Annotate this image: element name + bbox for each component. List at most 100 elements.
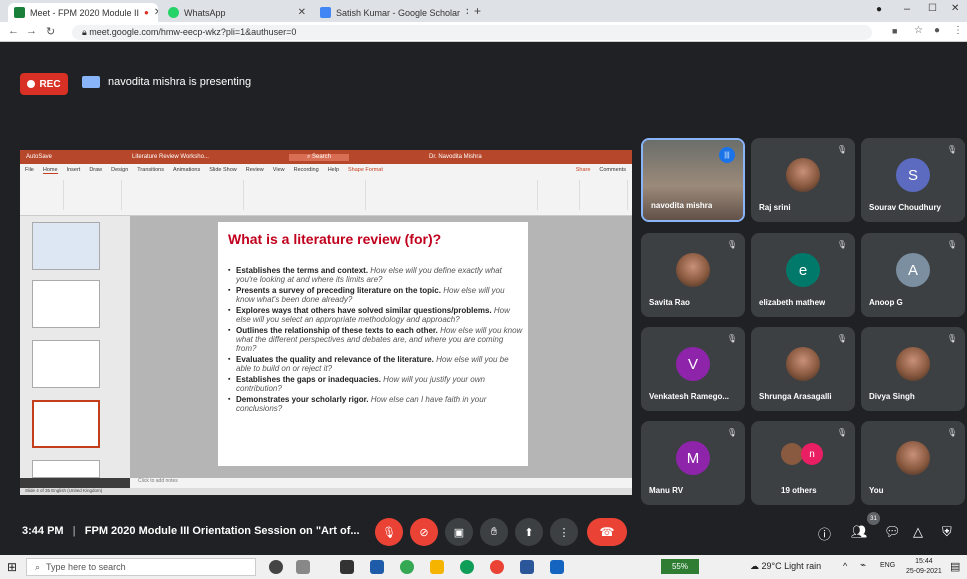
participant-tile[interactable]: 🎙︎ You xyxy=(861,421,965,505)
ppt-menu-transitions[interactable]: Transitions xyxy=(137,167,164,173)
mic-off-button[interactable]: 🎙︎ xyxy=(375,518,403,546)
participant-tile[interactable]: 🎙︎ V Venkatesh Ramego... xyxy=(641,327,745,411)
task-view-icon[interactable] xyxy=(296,560,310,574)
ppt-menu-recording[interactable]: Recording xyxy=(294,167,319,173)
windows-taskbar: ⊞ ⌕ Type here to search 55% ☁︎ 29°C Ligh… xyxy=(0,555,967,579)
ppt-menu-animations[interactable]: Animations xyxy=(173,167,200,173)
leave-call-button[interactable]: ☎︎ xyxy=(587,518,627,546)
chevron-up-icon[interactable]: ^ xyxy=(843,561,847,571)
more-options-button[interactable]: ⋮ xyxy=(550,518,578,546)
participant-tile[interactable]: 🎙︎ Divya Singh xyxy=(861,327,965,411)
participant-tile[interactable]: 🎙︎ Savita Rao xyxy=(641,233,745,317)
info-icon[interactable]: ⓘ xyxy=(818,524,831,543)
ppt-menu-design[interactable]: Design xyxy=(111,167,128,173)
ribbon-clipboard[interactable] xyxy=(24,180,64,210)
ppt-menu-slideshow[interactable]: Slide Show xyxy=(209,167,237,173)
edge-icon[interactable] xyxy=(460,560,474,574)
taskbar-clock[interactable]: 15:44 25-09-2021 xyxy=(906,557,942,577)
ppt-menu-shape-format[interactable]: Shape Format xyxy=(348,167,383,173)
mail-icon[interactable] xyxy=(370,560,384,574)
maximize-button[interactable]: ☐ xyxy=(928,3,937,14)
ppt-menu-insert[interactable]: Insert xyxy=(67,167,81,173)
profile-dot-icon[interactable]: ● xyxy=(876,4,882,15)
ppt-menu-help[interactable]: Help xyxy=(328,167,339,173)
ppt-search[interactable]: ⌕ Search xyxy=(288,153,349,161)
forward-icon[interactable]: → xyxy=(26,25,37,37)
chat-icon[interactable]: 💬︎ xyxy=(884,524,901,540)
menu-icon[interactable]: ⋮ xyxy=(953,25,963,36)
participant-tile[interactable]: 🎙︎ A Anoop G xyxy=(861,233,965,317)
present-button[interactable]: ⬆ xyxy=(515,518,543,546)
host-controls-icon[interactable]: ⛨ xyxy=(942,524,952,540)
close-icon[interactable]: ✕ xyxy=(465,7,468,18)
close-icon[interactable]: ✕ xyxy=(154,7,158,18)
weather-widget[interactable]: ☁︎ 29°C Light rain xyxy=(750,561,821,572)
camera-off-button[interactable]: ⊘ xyxy=(410,518,438,546)
close-icon[interactable]: ✕ xyxy=(298,7,306,18)
cortana-icon[interactable] xyxy=(269,560,283,574)
participant-tile[interactable]: 🎙︎ n 19 others xyxy=(751,421,855,505)
camera-icon[interactable]: ■ xyxy=(892,26,897,36)
ribbon-paragraph[interactable] xyxy=(246,180,366,210)
participant-tile[interactable]: 🎙︎ Raj srini xyxy=(751,138,855,222)
slide-thumbnail[interactable] xyxy=(32,460,100,478)
tab-whatsapp[interactable]: WhatsApp ✕ xyxy=(162,3,312,22)
taskbar-search[interactable]: ⌕ Type here to search xyxy=(26,558,256,576)
word-icon[interactable] xyxy=(520,560,534,574)
participant-tile[interactable]: 🎙︎ S Sourav Choudhury xyxy=(861,138,965,222)
ppt-notes-field[interactable]: Click to add notes xyxy=(130,478,632,488)
ppt-menu-review[interactable]: Review xyxy=(246,167,264,173)
avatar xyxy=(896,347,930,381)
ribbon-font[interactable] xyxy=(124,180,244,210)
notification-icon[interactable]: ▤ xyxy=(950,560,960,573)
hand-icon: ✋︎ xyxy=(490,525,498,538)
chrome-icon[interactable] xyxy=(400,560,414,574)
minimize-button[interactable]: – xyxy=(904,3,910,15)
slide-thumbnail[interactable] xyxy=(32,280,100,328)
slide-thumbnail[interactable] xyxy=(32,222,100,270)
ribbon-slides[interactable] xyxy=(66,180,122,210)
participant-tile[interactable]: ||| navodita mishra xyxy=(641,138,745,222)
captions-button[interactable]: ▣ xyxy=(445,518,473,546)
battery-indicator[interactable]: 55% xyxy=(661,559,699,574)
ppt-menu-view[interactable]: View xyxy=(273,167,285,173)
language-indicator[interactable]: ENG xyxy=(880,562,895,569)
star-icon[interactable]: ☆ xyxy=(914,25,923,36)
ppt-share-button[interactable]: Share xyxy=(576,167,591,173)
tab-scholar[interactable]: Satish Kumar - Google Scholar ✕ xyxy=(314,3,468,22)
tab-meet-label: Meet - FPM 2020 Module II xyxy=(30,7,140,18)
ppt-menu-home[interactable]: Home xyxy=(42,167,58,174)
app-icon[interactable] xyxy=(340,560,354,574)
ppt-comments-button[interactable]: Comments xyxy=(599,167,626,173)
close-window-button[interactable]: ✕ xyxy=(951,3,959,14)
participant-tile[interactable]: 🎙︎ e elizabeth mathew xyxy=(751,233,855,317)
reload-icon[interactable]: ↻ xyxy=(46,25,55,38)
profile-icon[interactable]: ● xyxy=(934,25,940,36)
activities-icon[interactable]: △ xyxy=(913,524,923,540)
slide-thumbnail[interactable] xyxy=(32,340,100,388)
ppt-menu-file[interactable]: File xyxy=(25,167,34,173)
new-tab-button[interactable]: + xyxy=(474,4,481,18)
network-icon[interactable]: ⌁ xyxy=(860,560,866,571)
slide-thumbnail-selected[interactable] xyxy=(32,400,100,448)
browser-tab-bar: Meet - FPM 2020 Module II ● ✕ WhatsApp ✕… xyxy=(0,0,967,22)
ribbon-drawing[interactable] xyxy=(368,180,538,210)
url-field[interactable]: 🔒︎ meet.google.com/hmw-eecp-wkz?pli=1&au… xyxy=(72,25,872,40)
ribbon-voice[interactable] xyxy=(582,180,628,210)
mic-muted-icon: 🎙︎ xyxy=(836,240,847,249)
participant-tile[interactable]: 🎙︎ M Manu RV xyxy=(641,421,745,505)
mic-muted-icon: 🎙︎ xyxy=(946,334,957,343)
tab-meet[interactable]: Meet - FPM 2020 Module II ● ✕ xyxy=(8,3,158,22)
people-count-badge: 31 xyxy=(867,512,880,525)
chrome-alt-icon[interactable] xyxy=(490,560,504,574)
ppt-menu-draw[interactable]: Draw xyxy=(89,167,102,173)
file-explorer-icon[interactable] xyxy=(430,560,444,574)
slide[interactable]: What is a literature review (for)? Estab… xyxy=(218,222,528,466)
raise-hand-button[interactable]: ✋︎ xyxy=(480,518,508,546)
back-icon[interactable]: ← xyxy=(8,25,19,37)
participant-tile[interactable]: 🎙︎ Shrunga Arasagalli xyxy=(751,327,855,411)
ribbon-editing[interactable] xyxy=(540,180,580,210)
windows-start-icon[interactable]: ⊞ xyxy=(7,560,17,574)
photos-icon[interactable] xyxy=(550,560,564,574)
people-icon[interactable]: 👥︎ xyxy=(851,524,868,540)
